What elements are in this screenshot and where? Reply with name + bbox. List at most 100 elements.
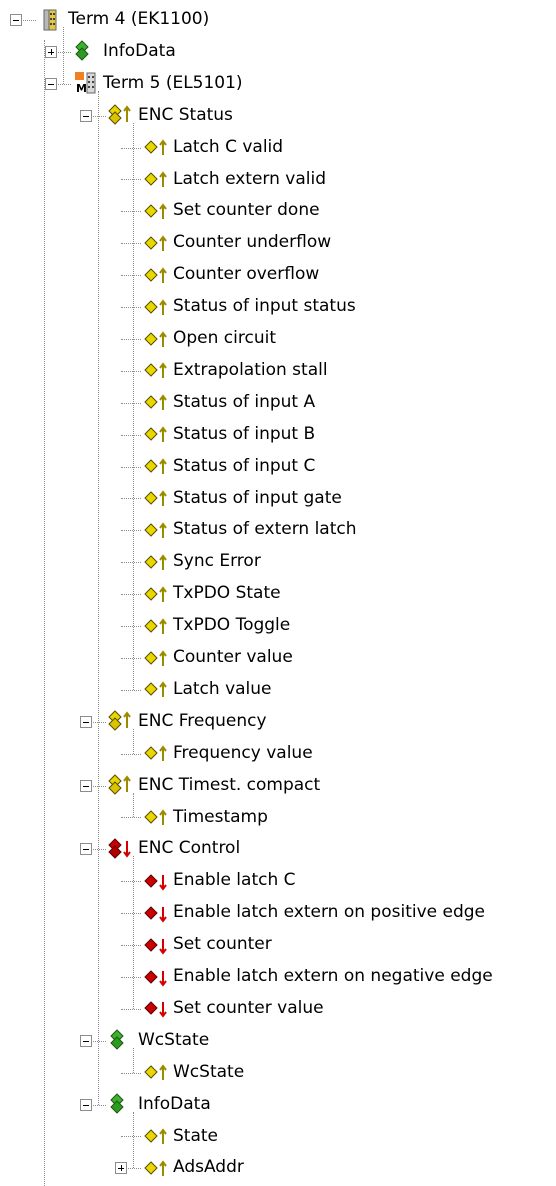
tree-node[interactable]: Status of input gate — [143, 483, 342, 514]
tree-connector — [121, 211, 141, 213]
tree-node[interactable]: Sync Error — [143, 546, 261, 577]
tree-connector — [121, 338, 141, 340]
tree-node-label: Counter value — [173, 647, 293, 667]
coupler-icon — [38, 7, 64, 33]
tree-node-label: WcState — [173, 1061, 245, 1082]
tree-node[interactable]: Set counter value — [143, 993, 324, 1024]
tree-node-label: ENC Control — [138, 838, 241, 859]
tree-node[interactable]: Latch extern valid — [143, 164, 326, 195]
tree-node[interactable]: InfoData — [108, 1089, 211, 1120]
tree-node-label: Timestamp — [173, 806, 268, 827]
tree-node[interactable]: Status of input status — [143, 291, 356, 322]
input-var-icon — [143, 485, 169, 511]
tree-node[interactable]: WcState — [108, 1025, 209, 1056]
tree-node[interactable]: Extrapolation stall — [143, 355, 328, 386]
expand-toggle[interactable] — [115, 1162, 127, 1175]
tree-node-label: WcState — [138, 1029, 210, 1050]
input-var-icon — [143, 453, 169, 479]
tree-node-label: Enable latch extern on positive edge — [173, 902, 486, 923]
tree-node[interactable]: Set counter done — [143, 195, 320, 226]
tree-node[interactable]: Latch value — [143, 674, 272, 705]
tree-node-label: Set counter — [173, 934, 272, 955]
tree-connector — [121, 913, 141, 915]
tree-node[interactable]: Timestamp — [143, 802, 268, 833]
tree-node[interactable]: ENC Frequency — [108, 706, 267, 737]
tree-connector — [121, 657, 141, 659]
tree-node[interactable]: Status of input A — [143, 387, 315, 418]
io-tree-view[interactable]: Term 4 (EK1100) InfoData M Term 5 (EL5101) E… — [0, 0, 556, 1186]
tree-node[interactable]: ENC Control — [108, 833, 240, 864]
tree-node[interactable]: Enable latch C — [143, 865, 296, 896]
tree-node-label: Status of input A — [173, 391, 316, 412]
tree-node[interactable]: Term 4 (EK1100) — [38, 4, 209, 35]
tree-node-label: Set counter done — [173, 200, 320, 221]
tree-node-label: Extrapolation stall — [173, 359, 328, 380]
tree-node-label: Latch extern valid — [173, 168, 327, 189]
output-group-icon — [108, 836, 134, 862]
collapse-toggle[interactable] — [80, 843, 92, 856]
tree-node[interactable]: Enable latch extern on negative edge — [143, 961, 493, 992]
input-var-icon — [143, 645, 169, 671]
tree-connector — [121, 466, 141, 468]
collapse-toggle[interactable] — [80, 779, 92, 792]
tree-node[interactable]: Status of input B — [143, 419, 315, 450]
tree-guide-line — [133, 122, 134, 690]
input-group-icon — [108, 772, 134, 798]
tree-node-label: Counter underflow — [173, 232, 332, 253]
green-var-group-icon — [108, 1027, 134, 1053]
green-var-group-icon — [73, 38, 99, 64]
tree-connector — [121, 753, 141, 755]
tree-node[interactable]: Set counter — [143, 929, 272, 960]
tree-node[interactable]: ENC Timest. compact — [108, 770, 320, 801]
input-var-icon — [143, 1155, 169, 1181]
tree-node[interactable]: State — [143, 1121, 218, 1152]
expand-toggle[interactable] — [45, 45, 57, 58]
input-var-icon — [143, 294, 169, 320]
terminal-module-icon: M — [73, 70, 99, 96]
tree-connector — [121, 626, 141, 628]
collapse-toggle[interactable] — [80, 1098, 92, 1111]
tree-connector — [121, 370, 141, 372]
tree-node-label: Status of input gate — [173, 487, 342, 508]
collapse-toggle[interactable] — [80, 715, 92, 728]
tree-connector — [121, 562, 141, 564]
tree-connector — [121, 1008, 141, 1010]
tree-node[interactable]: Enable latch extern on positive edge — [143, 897, 485, 928]
tree-node[interactable]: M Term 5 (EL5101) — [73, 68, 243, 99]
tree-node[interactable]: Status of extern latch — [143, 514, 357, 545]
tree-node[interactable]: TxPDO Toggle — [143, 610, 290, 641]
tree-node[interactable]: Frequency value — [143, 738, 313, 769]
tree-node-label: Counter overflow — [173, 264, 320, 285]
input-var-icon — [143, 326, 169, 352]
tree-node-label: Frequency value — [173, 742, 313, 763]
collapse-toggle[interactable] — [10, 13, 22, 26]
tree-node-label: Latch value — [173, 678, 272, 699]
tree-node-label: Status of input status — [173, 296, 356, 317]
tree-node[interactable]: Counter underflow — [143, 227, 331, 258]
tree-node[interactable]: TxPDO State — [143, 578, 281, 609]
input-var-icon — [143, 1059, 169, 1085]
collapse-toggle[interactable] — [80, 1034, 92, 1047]
collapse-toggle[interactable] — [45, 77, 57, 90]
tree-connector — [121, 976, 141, 978]
tree-node[interactable]: Counter overflow — [143, 259, 319, 290]
tree-node[interactable]: ENC Status — [108, 100, 233, 131]
collapse-toggle[interactable] — [80, 109, 92, 122]
input-var-icon — [143, 421, 169, 447]
tree-connector — [121, 689, 141, 691]
tree-node[interactable]: Latch C valid — [143, 132, 283, 163]
tree-node-label: ENC Timest. compact — [138, 774, 321, 795]
tree-node[interactable]: InfoData — [73, 36, 176, 67]
tree-node[interactable]: Open circuit — [143, 323, 276, 354]
tree-node-label: InfoData — [103, 40, 176, 61]
tree-node[interactable]: WcState — [143, 1057, 244, 1088]
tree-connector — [121, 243, 141, 245]
tree-node[interactable]: AdsAddr — [143, 1152, 244, 1183]
input-var-icon — [143, 357, 169, 383]
tree-node-label: Status of extern latch — [173, 519, 357, 540]
tree-node[interactable]: Status of input C — [143, 451, 315, 482]
output-var-icon — [143, 932, 169, 958]
output-var-icon — [143, 868, 169, 894]
tree-connector — [121, 530, 141, 532]
tree-node[interactable]: Counter value — [143, 642, 293, 673]
